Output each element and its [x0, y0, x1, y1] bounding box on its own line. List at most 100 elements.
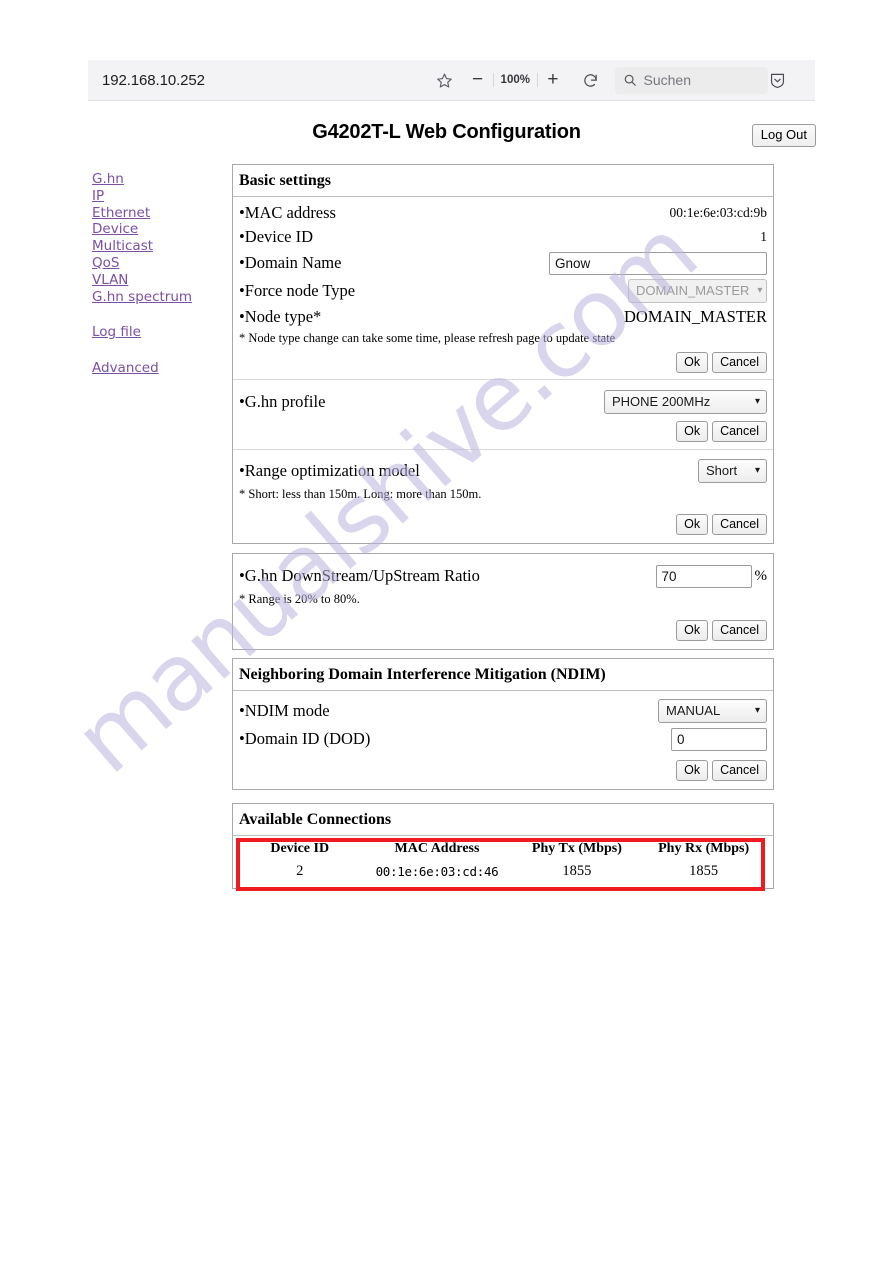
search-input[interactable]: Suchen — [614, 66, 768, 94]
range-optimization-note: * Short: less than 150m. Long: more than… — [239, 487, 482, 501]
browser-toolbar: 192.168.10.252 − 100% + Suchen — [88, 60, 815, 101]
range-optimization-cancel-button[interactable]: Cancel — [712, 514, 767, 535]
ndim-cancel-button[interactable]: Cancel — [712, 760, 767, 781]
ratio-row: •G.hn DownStream/UpStream Ratio 70 % — [239, 562, 767, 590]
ndim-mode-row: •NDIM mode MANUAL ▾ — [239, 697, 767, 725]
chevron-down-icon: ▾ — [754, 396, 760, 407]
ndim-section: •NDIM mode MANUAL ▾ •Domain ID (DOD) 0 O… — [233, 691, 773, 789]
url-input[interactable]: 192.168.10.252 — [88, 60, 428, 101]
column-phy-tx: Phy Tx (Mbps) — [531, 841, 622, 856]
zoom-controls: − 100% + — [463, 60, 568, 101]
node-type-cancel-button[interactable]: Cancel — [712, 352, 767, 373]
zoom-out-button[interactable]: − — [463, 60, 493, 101]
domain-id-input[interactable]: 0 — [671, 727, 767, 751]
chevron-down-icon: ▾ — [754, 465, 760, 476]
node-type-buttons: Ok Cancel — [239, 347, 767, 374]
sidebar-item-vlan[interactable]: VLAN — [92, 272, 222, 289]
ndim-mode-label: •NDIM mode — [239, 701, 330, 720]
chevron-down-icon: ▾ — [757, 285, 763, 296]
range-optimization-row: •Range optimization model Short ▾ — [239, 457, 767, 485]
sidebar-item-ethernet[interactable]: Ethernet — [92, 205, 222, 222]
ratio-input[interactable]: 70 — [655, 564, 752, 588]
search-placeholder-text: Suchen — [643, 72, 691, 88]
ratio-label: •G.hn DownStream/UpStream Ratio — [239, 566, 480, 585]
ndim-ok-button[interactable]: Ok — [676, 760, 709, 781]
sidebar-item-ip[interactable]: IP — [92, 188, 222, 205]
ndim-mode-select[interactable]: MANUAL ▾ — [658, 699, 767, 723]
shield-icon[interactable] — [768, 71, 787, 90]
ndim-buttons: Ok Cancel — [239, 753, 767, 782]
basic-settings-section-node: •MAC address 00:1e:6e:03:cd:9b •Device I… — [233, 197, 773, 380]
node-type-label: •Node type* — [239, 307, 322, 326]
ratio-cancel-button[interactable]: Cancel — [712, 620, 767, 641]
range-optimization-label: •Range optimization model — [239, 461, 420, 480]
domain-id-label: •Domain ID (DOD) — [239, 729, 371, 748]
ghn-profile-value: PHONE 200MHz — [612, 394, 711, 409]
ghn-profile-label: •G.hn profile — [239, 392, 326, 411]
ghn-profile-row: •G.hn profile PHONE 200MHz ▾ — [239, 388, 767, 416]
sidebar-item-ghn-spectrum[interactable]: G.hn spectrum — [92, 289, 222, 306]
cell-mac-address: 00:1e:6e:03:cd:46 — [375, 864, 499, 879]
column-device-id: Device ID — [270, 841, 330, 856]
sidebar-item-ghn[interactable]: G.hn — [92, 171, 222, 188]
sidebar-item-multicast[interactable]: Multicast — [92, 238, 222, 255]
sidebar-gap-2 — [92, 341, 222, 360]
ghn-profile-select[interactable]: PHONE 200MHz ▾ — [604, 390, 767, 414]
chevron-down-icon: ▾ — [754, 705, 760, 716]
sidebar-item-qos[interactable]: QoS — [92, 255, 222, 272]
table-row: 2 00:1e:6e:03:cd:46 1855 1855 — [239, 861, 767, 884]
device-id-row: •Device ID 1 — [239, 225, 767, 249]
force-node-type-select[interactable]: DOMAIN_MASTER ▾ — [628, 279, 767, 303]
domain-name-input[interactable]: Gnow — [549, 251, 767, 275]
node-type-row: •Node type* DOMAIN_MASTER — [239, 305, 767, 329]
search-icon — [623, 73, 637, 87]
range-optimization-buttons: Ok Cancel — [239, 503, 767, 536]
star-icon[interactable] — [428, 60, 461, 101]
logout-button[interactable]: Log Out — [751, 124, 816, 147]
sidebar-gap-1 — [92, 305, 222, 324]
zoom-level-label[interactable]: 100% — [492, 73, 538, 87]
mac-address-row: •MAC address 00:1e:6e:03:cd:9b — [239, 201, 767, 225]
sidebar-item-device[interactable]: Device — [92, 221, 222, 238]
sidebar-item-advanced[interactable]: Advanced — [92, 360, 222, 377]
available-connections-panel: Available Connections Device ID MAC Addr… — [232, 803, 774, 889]
available-connections-title: Available Connections — [233, 804, 773, 836]
cell-device-id: 2 — [296, 863, 304, 879]
sidebar-item-log-file[interactable]: Log file — [92, 324, 222, 341]
ratio-section: •G.hn DownStream/UpStream Ratio 70 % * R… — [233, 554, 773, 649]
node-type-note: * Node type change can take some time, p… — [239, 331, 616, 345]
range-optimization-section: •Range optimization model Short ▾ * Shor… — [233, 450, 773, 543]
table-header-row: Device ID MAC Address Phy Tx (Mbps) Phy … — [239, 838, 767, 861]
connections-table-section: Device ID MAC Address Phy Tx (Mbps) Phy … — [233, 836, 773, 888]
ghn-profile-section: •G.hn profile PHONE 200MHz ▾ Ok Cancel — [233, 380, 773, 450]
column-mac-address: MAC Address — [394, 841, 480, 856]
ratio-unit-label: % — [754, 567, 768, 584]
node-type-ok-button[interactable]: Ok — [676, 352, 709, 373]
reload-icon[interactable] — [574, 60, 607, 101]
ndim-mode-value: MANUAL — [666, 703, 721, 718]
device-id-label: •Device ID — [239, 227, 314, 246]
range-optimization-ok-button[interactable]: Ok — [676, 514, 709, 535]
range-optimization-value: Short — [706, 463, 738, 478]
zoom-in-button[interactable]: + — [538, 60, 568, 101]
node-type-value: DOMAIN_MASTER — [623, 307, 767, 326]
range-optimization-select[interactable]: Short ▾ — [698, 459, 767, 483]
basic-settings-panel: Basic settings •MAC address 00:1e:6e:03:… — [232, 164, 774, 544]
basic-settings-title: Basic settings — [233, 165, 773, 197]
ghn-profile-cancel-button[interactable]: Cancel — [712, 421, 767, 442]
column-phy-rx: Phy Rx (Mbps) — [658, 841, 750, 856]
force-node-type-label: •Force node Type — [239, 281, 356, 300]
device-id-value: 1 — [760, 229, 767, 244]
mac-address-value: 00:1e:6e:03:cd:9b — [669, 205, 767, 220]
ndim-title: Neighboring Domain Interference Mitigati… — [233, 659, 773, 691]
ratio-ok-button[interactable]: Ok — [676, 620, 709, 641]
ndim-panel: Neighboring Domain Interference Mitigati… — [232, 658, 774, 790]
domain-name-row: •Domain Name Gnow — [239, 249, 767, 277]
ghn-profile-ok-button[interactable]: Ok — [676, 421, 709, 442]
domain-id-row: •Domain ID (DOD) 0 — [239, 725, 767, 753]
sidebar-nav: G.hn IP Ethernet Device Multicast QoS VL… — [92, 171, 222, 377]
cell-phy-rx: 1855 — [689, 863, 719, 879]
ratio-panel: •G.hn DownStream/UpStream Ratio 70 % * R… — [232, 553, 774, 650]
ratio-note: * Range is 20% to 80%. — [239, 592, 360, 606]
force-node-type-row: •Force node Type DOMAIN_MASTER ▾ — [239, 277, 767, 305]
